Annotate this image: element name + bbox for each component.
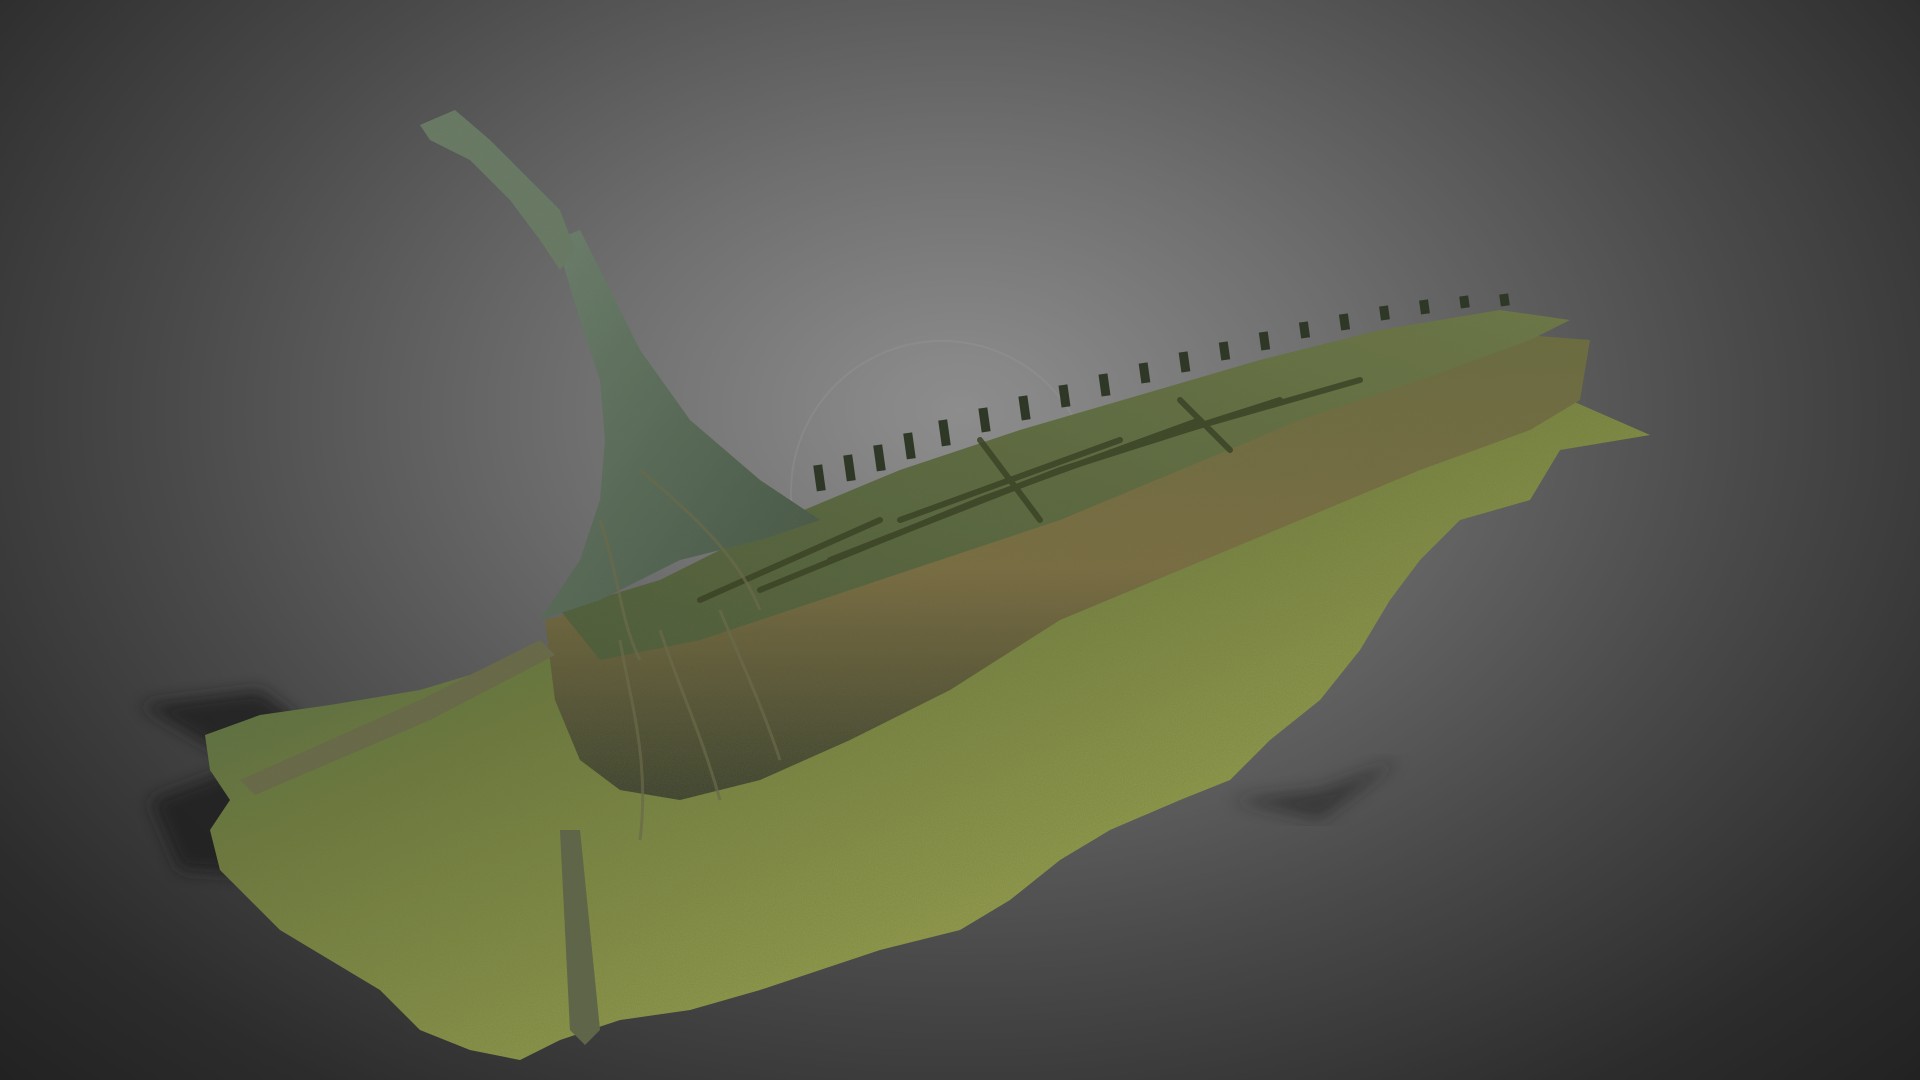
shipwreck-model[interactable] [0, 0, 1920, 1080]
3d-model-viewer[interactable] [0, 0, 1920, 1080]
bowsprit [420, 110, 575, 270]
